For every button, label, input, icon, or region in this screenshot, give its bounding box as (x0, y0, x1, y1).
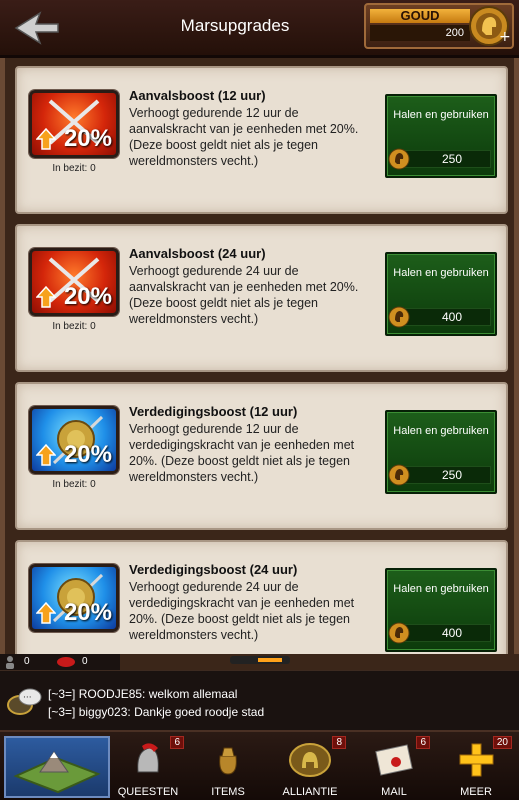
boost-percentage: 20% (63, 441, 112, 468)
svg-text:···: ··· (23, 693, 32, 703)
status-strip: 0 0 (0, 654, 519, 670)
price-bar: 250 (388, 464, 491, 486)
upgrade-title: Verdedigingsboost (24 uur) (129, 562, 298, 577)
alliance-badge: 8 (332, 736, 346, 749)
boost-percentage: 20% (63, 283, 112, 310)
gold-coin-icon (388, 148, 410, 170)
nav-more[interactable]: 20 MEER (436, 736, 516, 798)
page-title: Marsupgrades (180, 16, 290, 35)
chat-message: [~3=] ROODJE85: welkom allemaal (48, 687, 238, 701)
nav-quests[interactable]: 6 QUEESTEN (108, 736, 188, 798)
upgrade-image: 20% (29, 248, 119, 316)
quests-label: QUEESTEN (117, 786, 179, 798)
upgrade-title: Aanvalsboost (12 uur) (129, 88, 266, 103)
upgrade-card: 20% In bezit: 0 Verdedigingsboost (12 uu… (15, 382, 508, 530)
upgrade-card: 20% Verdedigingsboost (24 uur) Verhoogt … (15, 540, 508, 670)
upgrade-card: 20% In bezit: 0 Aanvalsboost (12 uur) Ve… (15, 66, 508, 214)
gold-helmet-plus-icon: + (469, 6, 510, 46)
gold-label: GOUD (370, 9, 470, 23)
up-arrow-icon (36, 285, 56, 308)
button-label: Halen en gebruiken (393, 109, 489, 121)
get-and-use-button[interactable]: Halen en gebruiken 250 (385, 94, 497, 178)
upgrade-image: 20% (29, 564, 119, 632)
boost-percentage: 20% (63, 599, 112, 626)
messages-count: 0 (82, 656, 88, 667)
upgrade-description: Verhoogt gedurende 12 uur de aanvalskrac… (129, 106, 359, 168)
upgrades-list[interactable]: 20% In bezit: 0 Aanvalsboost (12 uur) Ve… (0, 58, 519, 670)
button-label: Halen en gebruiken (393, 425, 489, 437)
price-value: 400 (441, 310, 462, 324)
more-label: MEER (460, 786, 492, 798)
nav-mail[interactable]: 6 MAIL (354, 736, 434, 798)
get-and-use-button[interactable]: Halen en gebruiken 250 (385, 410, 497, 494)
top-bar: Marsupgrades GOUD 200 + (0, 0, 519, 58)
back-button[interactable] (8, 6, 66, 50)
price-bar: 400 (388, 622, 491, 644)
price-value: 250 (441, 468, 462, 482)
back-arrow-icon (14, 11, 59, 45)
upgrade-image: 20% (29, 90, 119, 158)
gold-coin-icon (388, 464, 410, 486)
mail-label: MAIL (381, 786, 407, 798)
up-arrow-icon (36, 127, 56, 150)
player-icon (6, 656, 14, 669)
items-label: ITEMS (211, 786, 245, 798)
players-count: 0 (24, 656, 30, 667)
owned-count: In bezit: 0 (52, 163, 96, 174)
owned-count: In bezit: 0 (52, 321, 96, 332)
up-arrow-icon (36, 443, 56, 466)
chat-bubble-icon (57, 657, 75, 667)
mail-badge: 6 (416, 736, 430, 749)
chat-panel[interactable]: ··· [~3=] ROODJE85: welkom allemaal [~3=… (0, 670, 519, 730)
price-value: 400 (441, 626, 462, 640)
get-and-use-button[interactable]: Halen en gebruiken 400 (385, 568, 497, 652)
gold-value: 200 (370, 25, 470, 41)
upgrade-description: Verhoogt gedurende 24 uur de verdediging… (129, 580, 355, 642)
upgrade-description: Verhoogt gedurende 12 uur de verdediging… (129, 422, 355, 484)
world-map-icon (13, 751, 101, 794)
gold-coin-icon (388, 622, 410, 644)
button-label: Halen en gebruiken (393, 583, 489, 595)
alliance-label: ALLIANTIE (282, 786, 338, 798)
status-counters: 0 0 (0, 654, 120, 670)
nav-alliance[interactable]: 8 ALLIANTIE (270, 736, 350, 798)
more-badge: 20 (492, 736, 512, 749)
scroll-thumb (258, 658, 282, 662)
mail-letter-icon (375, 744, 413, 776)
price-bar: 250 (388, 148, 491, 170)
up-arrow-icon (36, 601, 56, 624)
quests-helmet-icon (137, 743, 159, 773)
scroll-indicator (230, 656, 290, 664)
button-label: Halen en gebruiken (393, 267, 489, 279)
upgrade-title: Verdedigingsboost (12 uur) (129, 404, 298, 419)
gold-coin-icon (388, 306, 410, 328)
owned-count: In bezit: 0 (52, 479, 96, 490)
plus-icon (459, 743, 494, 777)
gold-display[interactable]: GOUD 200 + (364, 3, 514, 49)
get-and-use-button[interactable]: Halen en gebruiken 400 (385, 252, 497, 336)
upgrade-description: Verhoogt gedurende 24 uur de aanvalskrac… (129, 264, 359, 326)
alliance-helmet-icon (289, 743, 331, 777)
boost-percentage: 20% (63, 125, 112, 152)
upgrade-card: 20% In bezit: 0 Aanvalsboost (24 uur) Ve… (15, 224, 508, 372)
chat-message: [~3=] biggy023: Dankje goed roodje stad (48, 705, 265, 719)
map-button[interactable] (4, 736, 110, 798)
svg-text:+: + (499, 29, 510, 45)
upgrade-title: Aanvalsboost (24 uur) (129, 246, 266, 261)
nav-items[interactable]: ITEMS (188, 736, 268, 798)
bottom-navigation: 6 QUEESTEN ITEMS 8 ALLIANTIE 6 MAIL 20 M… (0, 730, 519, 800)
upgrade-image: 20% (29, 406, 119, 474)
chat-icon: ··· (7, 688, 42, 715)
quests-badge: 6 (170, 736, 184, 749)
price-bar: 400 (388, 306, 491, 328)
price-value: 250 (441, 152, 462, 166)
items-bag-icon (219, 747, 237, 775)
